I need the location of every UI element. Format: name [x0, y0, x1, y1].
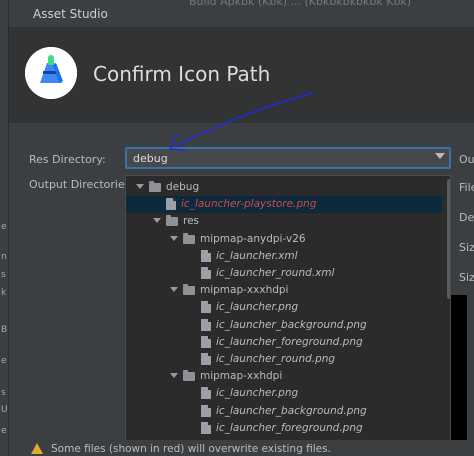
output-directories-tree[interactable]: debug ic_launcher-playstore.png res mipmap-… — [125, 175, 451, 445]
tree-folder-row[interactable]: mipmap-xxxhdpi — [126, 282, 442, 299]
warning-text: Some files (shown in red) will overwrite… — [51, 443, 331, 455]
density-label: Dens — [459, 211, 474, 224]
android-logo-icon — [25, 47, 77, 99]
tree-file-row[interactable]: ic_launcher_round.png — [126, 351, 442, 368]
tree-file-row[interactable]: ic_launcher_background.png — [126, 317, 442, 334]
title-bar[interactable]: Build Apkbk (Kbk) ... (Kbkbkbkbkbk Kbk) … — [9, 0, 474, 28]
tree-item-label: mipmap-xxxhdpi — [200, 284, 289, 297]
folder-icon — [166, 215, 178, 227]
ide-strip-char: e — [1, 426, 7, 436]
res-directory-value: debug — [133, 152, 168, 165]
chevron-down-icon[interactable] — [170, 373, 178, 379]
page-title: Confirm Icon Path — [93, 62, 271, 86]
file-icon — [201, 387, 211, 400]
ide-strip-char: s — [1, 270, 6, 280]
tree-item-label: debug — [166, 181, 200, 193]
tree-file-row[interactable]: ic_launcher-playstore.png — [126, 196, 442, 214]
asset-studio-dialog: Build Apkbk (Kbk) ... (Kbkbkbkbkbk Kbk) … — [8, 0, 474, 456]
tree-folder-row[interactable]: mipmap-anydpi-v26 — [126, 231, 442, 248]
file-icon — [201, 335, 211, 348]
tree-item-label: mipmap-xxhdpi — [200, 370, 283, 383]
res-directory-dropdown[interactable]: debug — [125, 147, 451, 169]
tree-folder-row[interactable]: mipmap-xxhdpi — [126, 368, 442, 385]
ide-strip-char: e — [1, 356, 7, 366]
chevron-down-icon[interactable] — [170, 235, 178, 241]
ide-strip-char: B — [1, 325, 8, 335]
folder-icon — [183, 284, 195, 296]
tree-file-row[interactable]: ic_launcher_background.png — [126, 403, 442, 420]
ide-strip-char: k — [1, 288, 7, 298]
tree-file-row[interactable]: ic_launcher_round.xml — [126, 265, 442, 282]
tree-item-label: ic_launcher.xml — [216, 249, 298, 262]
size-label: Size ( — [459, 241, 474, 254]
ide-strip-char: U — [1, 405, 8, 415]
tree-item-label: ic_launcher-playstore.png — [181, 198, 317, 211]
warning-icon — [31, 443, 43, 454]
output-directories-label: Output Directories: — [29, 178, 135, 191]
tree-file-row[interactable]: ic_launcher_foreground.png — [126, 334, 442, 351]
tree-item-label: ic_launcher_foreground.png — [216, 421, 363, 434]
tree-item-label: ic_launcher.png — [216, 387, 299, 400]
chevron-down-icon[interactable] — [136, 184, 144, 189]
tree-item-label: ic_launcher.png — [216, 301, 299, 314]
tree-item-label: ic_launcher_round.png — [216, 353, 336, 365]
output-label: Outp — [459, 153, 474, 166]
tree-item-label: ic_launcher_foreground.png — [216, 335, 363, 348]
ide-strip-char: e — [1, 222, 7, 232]
chevron-down-icon[interactable] — [170, 287, 178, 293]
tree-item-label: res — [183, 215, 200, 228]
tree-scrollbar[interactable] — [447, 179, 450, 299]
icon-preview — [451, 295, 467, 456]
folder-icon — [149, 181, 161, 192]
warning-bar: Some files (shown in red) will overwrite… — [9, 440, 474, 456]
file-icon — [201, 267, 211, 279]
ide-strip-char: s — [1, 388, 6, 398]
tree-file-row[interactable]: ic_launcher_foreground.png — [126, 420, 442, 437]
file-type-label: File T — [459, 181, 474, 194]
file-icon — [166, 198, 176, 211]
folder-icon — [183, 370, 195, 382]
background-tabs-text: Build Apkbk (Kbk) ... (Kbkbkbkbkbk Kbk) — [189, 0, 412, 8]
ide-strip-char: n — [1, 252, 7, 262]
tree-folder-row[interactable]: res — [126, 213, 442, 230]
tree-file-row[interactable]: ic_launcher.xml — [126, 248, 442, 265]
file-icon — [201, 353, 211, 365]
tree-item-label: ic_launcher_background.png — [216, 318, 367, 331]
file-icon — [201, 421, 211, 434]
size-label: Size ( — [459, 271, 474, 284]
tree-item-label: ic_launcher_round.xml — [216, 267, 335, 279]
tree-folder-row[interactable]: debug — [126, 179, 442, 196]
chevron-down-icon[interactable] — [153, 218, 161, 224]
folder-icon — [183, 232, 195, 244]
chevron-down-icon[interactable] — [435, 153, 445, 159]
res-directory-label: Res Directory: — [29, 153, 106, 166]
tree-file-row[interactable]: ic_launcher.png — [126, 299, 442, 316]
file-icon — [201, 318, 211, 331]
tree-file-row[interactable]: ic_launcher.png — [126, 385, 442, 402]
file-icon — [201, 249, 211, 262]
dialog-header: Confirm Icon Path — [9, 28, 474, 123]
window-title: Asset Studio — [33, 7, 108, 21]
file-icon — [201, 404, 211, 417]
tree-item-label: mipmap-anydpi-v26 — [200, 232, 306, 245]
file-icon — [201, 301, 211, 314]
tree-item-label: ic_launcher_background.png — [216, 404, 367, 417]
